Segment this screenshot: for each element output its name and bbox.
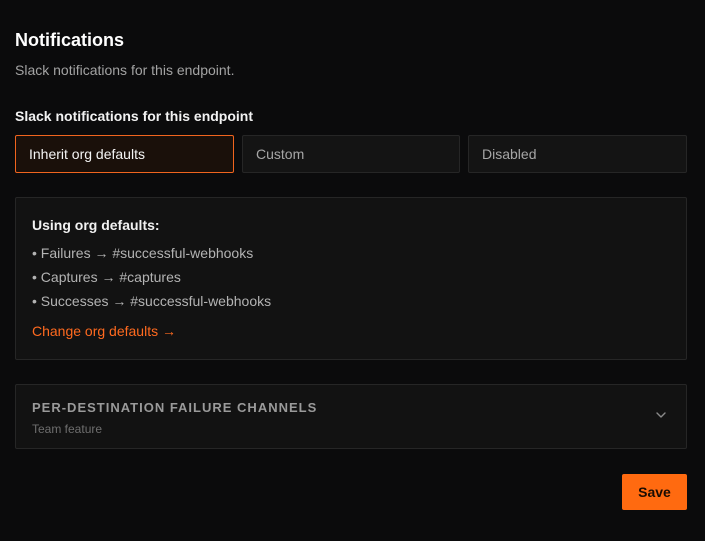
defaults-item-failures: • Failures → #successful-webhooks [32, 245, 254, 261]
save-button[interactable]: Save [622, 474, 687, 510]
option-label: Inherit org defaults [29, 146, 145, 162]
option-label: Custom [256, 146, 305, 162]
accordion-title: PER-DESTINATION FAILURE CHANNELS [32, 400, 318, 415]
defaults-item-successes: • Successes → #successful-webhooks [32, 293, 272, 309]
option-label: Disabled [482, 146, 537, 162]
per-destination-accordion[interactable]: PER-DESTINATION FAILURE CHANNELS Team fe… [15, 384, 687, 449]
page-subtitle: Slack notifications for this endpoint. [15, 62, 235, 78]
slack-notifications-label: Slack notifications for this endpoint [15, 108, 254, 124]
chevron-down-icon[interactable] [655, 409, 667, 421]
org-defaults-list: • Failures → #successful-webhooks • Capt… [32, 241, 271, 313]
org-defaults-title: Using org defaults: [32, 217, 160, 233]
option-disabled[interactable]: Disabled [468, 135, 687, 173]
option-inherit-org-defaults[interactable]: Inherit org defaults [15, 135, 234, 173]
defaults-item-captures: • Captures → #captures [32, 269, 181, 285]
option-custom[interactable]: Custom [242, 135, 460, 173]
org-defaults-panel: Using org defaults: • Failures → #succes… [15, 197, 687, 360]
page-title: Notifications [15, 30, 125, 50]
accordion-subtitle: Team feature [32, 422, 103, 436]
change-org-defaults-link[interactable]: Change org defaults → [32, 323, 176, 339]
